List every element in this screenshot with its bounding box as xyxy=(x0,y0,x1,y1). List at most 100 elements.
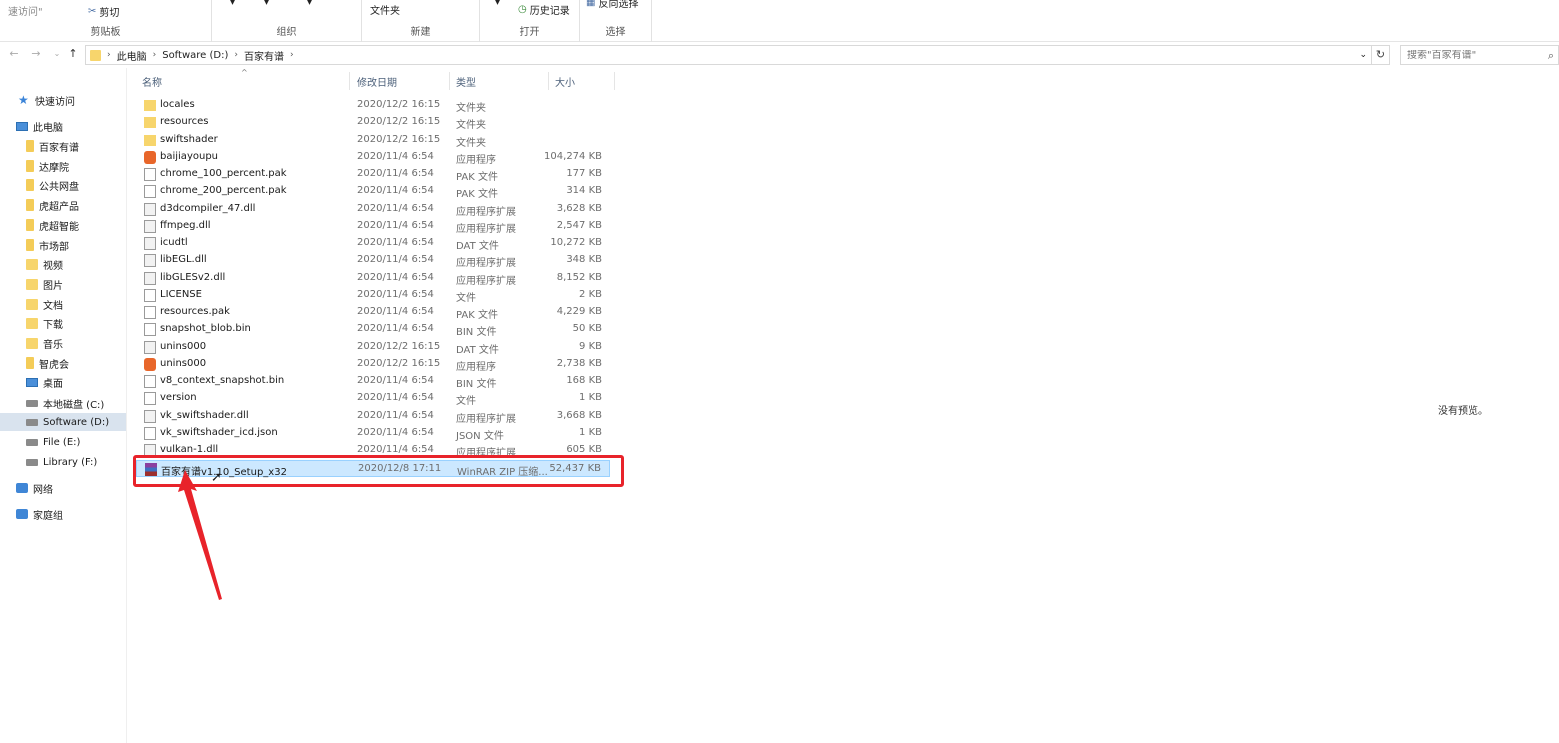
sidebar-item[interactable]: 百家有谱 xyxy=(26,137,79,155)
copy-to-dropdown[interactable]: ▾ xyxy=(264,0,269,8)
file-name: snapshot_blob.bin xyxy=(160,323,251,335)
file-name: unins000 xyxy=(160,357,207,369)
sidebar-item[interactable]: Software (D:) xyxy=(0,413,126,431)
address-dropdown[interactable]: ⌄ xyxy=(1359,50,1367,60)
column-divider[interactable] xyxy=(614,72,615,90)
file-row[interactable]: snapshot_blob.bin 2020/11/4 6:54 BIN 文件 50 … xyxy=(136,321,610,338)
file-row[interactable]: baijiayoupu 2020/11/4 6:54 应用程序 104,274 KB xyxy=(136,149,610,166)
sidebar-item[interactable]: 虎超智能 xyxy=(26,216,79,234)
sidebar-item[interactable]: 公共网盘 xyxy=(26,176,79,194)
file-size: 2,738 KB xyxy=(556,357,602,369)
file-row[interactable]: vk_swiftshader.dll 2020/11/4 6:54 应用程序扩展 3,… xyxy=(136,408,610,425)
file-name: libGLESv2.dll xyxy=(160,271,226,283)
history-button[interactable]: ◷ 历史记录 xyxy=(518,2,570,17)
file-row[interactable]: v8_context_snapshot.bin 2020/11/4 6:54 BIN… xyxy=(136,373,610,390)
search-box[interactable]: ⌕ xyxy=(1400,45,1559,65)
file-row[interactable]: icudtl 2020/11/4 6:54 DAT 文件 10,272 KB xyxy=(136,235,610,252)
file-row[interactable]: resources 2020/12/2 16:15 文件夹 xyxy=(136,114,610,131)
file-date: 2020/11/4 6:54 xyxy=(357,392,434,404)
file-name: vulkan-1.dll xyxy=(160,444,219,455)
sidebar-item-label: 家庭组 xyxy=(33,510,63,522)
folder-icon xyxy=(26,199,34,211)
breadcrumb-this-pc[interactable]: 此电脑 xyxy=(117,48,147,63)
sidebar-item[interactable]: 本地磁盘 (C:) xyxy=(26,394,104,412)
sidebar-item[interactable]: 市场部 xyxy=(26,236,69,254)
file-date: 2020/11/4 6:54 xyxy=(357,375,434,386)
column-header-date[interactable]: 修改日期 xyxy=(357,74,397,89)
column-header-name[interactable]: 名称 xyxy=(142,74,162,89)
sidebar-item[interactable]: 达摩院 xyxy=(26,157,69,175)
new-folder-button[interactable]: 文件夹 xyxy=(370,2,400,17)
file-size: 314 KB xyxy=(566,185,602,197)
file-row[interactable]: libGLESv2.dll 2020/11/4 6:54 应用程序扩展 8,152 K… xyxy=(136,270,610,287)
move-to-dropdown[interactable]: ▾ xyxy=(230,0,235,8)
delete-dropdown[interactable]: ▾ xyxy=(307,0,312,8)
chevron-down-icon: ▾ xyxy=(495,0,501,8)
column-divider[interactable] xyxy=(349,72,350,90)
back-button[interactable]: ← xyxy=(7,47,21,61)
breadcrumb-current-folder[interactable]: 百家有谱 xyxy=(244,48,284,63)
sidebar-item[interactable]: 网络 xyxy=(16,479,53,497)
file-row[interactable]: vk_swiftshader_icd.json 2020/11/4 6:54 JSO… xyxy=(136,425,610,442)
folder-icon xyxy=(144,117,156,129)
file-row[interactable]: swiftshader 2020/12/2 16:15 文件夹 xyxy=(136,132,610,149)
sidebar-item[interactable]: 文档 xyxy=(26,295,63,313)
file-row[interactable]: resources.pak 2020/11/4 6:54 PAK 文件 4,229 K… xyxy=(136,304,610,321)
organize-group-label: 组织 xyxy=(276,27,297,38)
file-row[interactable]: unins000 2020/12/2 16:15 应用程序 2,738 KB xyxy=(136,356,610,373)
sidebar-item[interactable]: 此电脑 xyxy=(16,117,63,135)
column-divider[interactable] xyxy=(548,72,549,90)
chevron-right-icon: › xyxy=(289,50,294,60)
sidebar-item[interactable]: 视频 xyxy=(26,255,63,273)
open-dropdown[interactable]: ▾ xyxy=(495,0,500,8)
file-row[interactable]: d3dcompiler_47.dll 2020/11/4 6:54 应用程序扩展 3,… xyxy=(136,201,610,218)
sidebar-item[interactable]: 虎超产品 xyxy=(26,196,79,214)
arrow-left-icon: ← xyxy=(9,47,19,60)
file-date: 2020/11/4 6:54 xyxy=(357,409,434,421)
breadcrumb-software-d[interactable]: Software (D:) xyxy=(162,50,228,61)
folder-icon xyxy=(26,179,34,191)
up-button[interactable]: ↑ xyxy=(66,47,80,61)
file-row[interactable]: unins000 2020/12/2 16:15 DAT 文件 9 KB xyxy=(136,339,610,356)
sidebar-item[interactable]: 下载 xyxy=(26,314,63,332)
file-name: chrome_100_percent.pak xyxy=(160,168,287,179)
recent-locations-button[interactable]: ⌄ xyxy=(50,47,64,61)
sidebar-item[interactable]: ★ 快速访问 xyxy=(18,91,75,109)
video-icon xyxy=(26,258,38,270)
invert-selection-icon: ▦ xyxy=(586,0,596,8)
file-type: PAK 文件 xyxy=(456,189,498,201)
sidebar-item[interactable]: File (E:) xyxy=(26,433,80,451)
column-header-size[interactable]: 大小 xyxy=(555,74,575,89)
sidebar-item-label: 快速访问 xyxy=(35,96,75,108)
annotation-arrow xyxy=(178,470,222,600)
refresh-button[interactable]: ↻ xyxy=(1372,45,1390,65)
chevron-down-icon: ⌄ xyxy=(53,49,61,58)
column-header-type[interactable]: 类型 xyxy=(456,74,476,89)
pc-icon xyxy=(16,121,28,131)
sidebar-item[interactable]: 智虎会 xyxy=(26,354,69,372)
file-row[interactable]: libEGL.dll 2020/11/4 6:54 应用程序扩展 348 KB xyxy=(136,252,610,269)
desktop-icon xyxy=(26,377,38,387)
file-row[interactable]: chrome_200_percent.pak 2020/11/4 6:54 PAK … xyxy=(136,183,610,200)
column-divider[interactable] xyxy=(449,72,450,90)
file-row[interactable]: ffmpeg.dll 2020/11/4 6:54 应用程序扩展 2,547 KB xyxy=(136,218,610,235)
file-name: v8_context_snapshot.bin xyxy=(160,375,285,386)
file-size: 3,628 KB xyxy=(556,202,602,214)
search-input[interactable] xyxy=(1407,49,1537,61)
sidebar-item[interactable]: 图片 xyxy=(26,275,63,293)
file-row[interactable]: LICENSE 2020/11/4 6:54 文件 2 KB xyxy=(136,287,610,304)
invert-selection-button[interactable]: ▦ 反向选择 xyxy=(586,0,638,10)
cut-button[interactable]: ✂ 剪切 xyxy=(88,4,119,19)
file-row[interactable]: locales 2020/12/2 16:15 文件夹 xyxy=(136,97,610,114)
file-row[interactable]: version 2020/11/4 6:54 文件 1 KB xyxy=(136,390,610,407)
sidebar-item[interactable]: Library (F:) xyxy=(26,453,97,471)
homegroup-icon xyxy=(16,509,28,519)
file-date: 2020/11/4 6:54 xyxy=(357,323,434,335)
sidebar-item[interactable]: 桌面 xyxy=(26,373,63,391)
forward-button[interactable]: → xyxy=(29,47,43,61)
open-group-label: 打开 xyxy=(519,27,540,38)
file-row[interactable]: chrome_100_percent.pak 2020/11/4 6:54 PAK … xyxy=(136,166,610,183)
address-bar[interactable]: › 此电脑 › Software (D:) › 百家有谱 › ⌄ xyxy=(85,45,1372,65)
sidebar-item[interactable]: 家庭组 xyxy=(16,505,63,523)
sidebar-item[interactable]: 音乐 xyxy=(26,334,63,352)
